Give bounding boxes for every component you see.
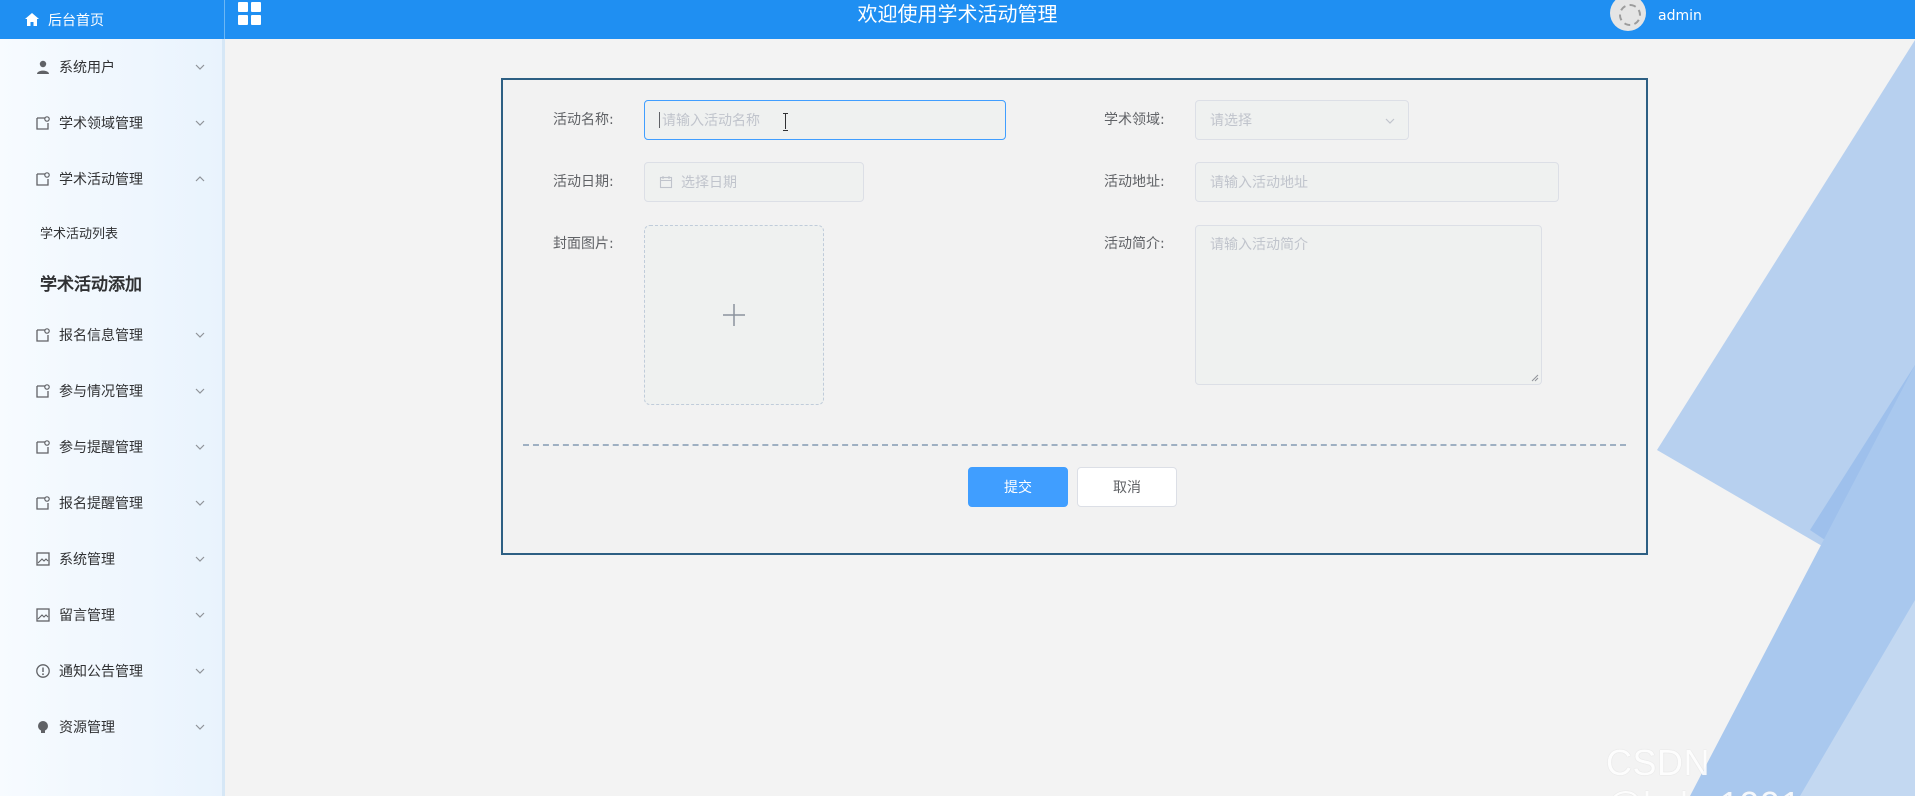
sidebar-item-academic-activities[interactable]: 学术活动管理 bbox=[0, 151, 222, 207]
sidebar-item-system-users[interactable]: 系统用户 bbox=[0, 39, 222, 95]
date-label: 活动日期: bbox=[553, 174, 614, 190]
bulb-icon bbox=[35, 719, 51, 735]
sidebar-item-academic-fields[interactable]: 学术领域管理 bbox=[0, 95, 222, 151]
user-icon bbox=[35, 59, 51, 75]
picture-icon bbox=[35, 607, 51, 623]
sidebar-item-messages[interactable]: 留言管理 bbox=[0, 587, 222, 643]
sidebar-item-system-management[interactable]: 系统管理 bbox=[0, 531, 222, 587]
sidebar-subitem-activity-add[interactable]: 学术活动添加 bbox=[0, 257, 222, 307]
document-icon bbox=[35, 327, 51, 343]
activity-intro-textarea[interactable]: 请输入活动简介 bbox=[1195, 225, 1542, 385]
chevron-down-icon bbox=[195, 724, 205, 730]
user-menu[interactable]: admin bbox=[1610, 0, 1702, 32]
sidebar-subitem-label: 学术活动添加 bbox=[40, 274, 142, 295]
chevron-down-icon bbox=[195, 612, 205, 618]
sidebar-item-label: 系统管理 bbox=[59, 552, 115, 568]
activity-date-picker[interactable]: 选择日期 bbox=[644, 162, 864, 202]
chevron-up-icon bbox=[195, 176, 205, 182]
resize-handle-icon[interactable] bbox=[1531, 374, 1539, 382]
field-label: 学术领域: bbox=[1104, 112, 1165, 128]
cover-label: 封面图片: bbox=[553, 236, 614, 252]
sidebar-item-participation[interactable]: 参与情况管理 bbox=[0, 363, 222, 419]
submit-button[interactable]: 提交 bbox=[968, 467, 1068, 507]
picture-icon bbox=[35, 551, 51, 567]
sidebar-item-registration-info[interactable]: 报名信息管理 bbox=[0, 307, 222, 363]
text-caret bbox=[659, 112, 660, 128]
sidebar-item-label: 报名信息管理 bbox=[59, 328, 143, 344]
chevron-down-icon bbox=[195, 332, 205, 338]
text-cursor-icon bbox=[783, 113, 789, 131]
activity-date-placeholder: 选择日期 bbox=[681, 175, 737, 191]
sidebar-item-participation-reminder[interactable]: 参与提醒管理 bbox=[0, 419, 222, 475]
sidebar-item-label: 参与情况管理 bbox=[59, 384, 143, 400]
sidebar-item-label: 报名提醒管理 bbox=[59, 496, 143, 512]
sidebar-item-label: 留言管理 bbox=[59, 608, 115, 624]
sidebar-item-label: 参与提醒管理 bbox=[59, 440, 143, 456]
chevron-down-icon bbox=[195, 120, 205, 126]
document-icon bbox=[35, 115, 51, 131]
form-divider bbox=[523, 444, 1626, 446]
activity-name-input[interactable]: 请输入活动名称 bbox=[644, 100, 1006, 140]
document-icon bbox=[35, 383, 51, 399]
chevron-down-icon bbox=[195, 64, 205, 70]
document-icon bbox=[35, 495, 51, 511]
document-icon bbox=[35, 171, 51, 187]
sidebar-subitem-activity-list[interactable]: 学术活动列表 bbox=[0, 207, 222, 257]
sidebar: 系统用户 学术领域管理 学术活动管理 学术活动列表 学术活动添加 报名信息管理 … bbox=[0, 39, 225, 796]
watermark: CSDN @kybs1991 bbox=[1606, 742, 1801, 796]
sidebar-item-label: 学术领域管理 bbox=[59, 116, 143, 132]
sidebar-item-notices[interactable]: 通知公告管理 bbox=[0, 643, 222, 699]
chevron-down-icon bbox=[195, 500, 205, 506]
academic-field-placeholder: 请选择 bbox=[1210, 113, 1252, 129]
academic-field-select[interactable]: 请选择 bbox=[1195, 100, 1409, 140]
info-circle-icon bbox=[35, 663, 51, 679]
sidebar-subitem-label: 学术活动列表 bbox=[40, 226, 119, 242]
address-label: 活动地址: bbox=[1104, 174, 1165, 190]
username: admin bbox=[1658, 8, 1702, 24]
chevron-down-icon bbox=[195, 668, 205, 674]
name-label: 活动名称: bbox=[553, 112, 614, 128]
intro-label: 活动简介: bbox=[1104, 236, 1165, 252]
chevron-down-icon bbox=[1385, 118, 1395, 124]
chevron-down-icon bbox=[195, 388, 205, 394]
avatar[interactable] bbox=[1610, 0, 1646, 31]
cancel-button[interactable]: 取消 bbox=[1077, 467, 1177, 507]
activity-name-placeholder: 请输入活动名称 bbox=[662, 113, 760, 129]
sidebar-item-resources[interactable]: 资源管理 bbox=[0, 699, 222, 755]
activity-address-input[interactable]: 请输入活动地址 bbox=[1195, 162, 1559, 202]
sidebar-item-label: 系统用户 bbox=[59, 60, 115, 76]
sidebar-item-registration-reminder[interactable]: 报名提醒管理 bbox=[0, 475, 222, 531]
top-bar: 后台首页 欢迎使用学术活动管理 admin bbox=[0, 0, 1915, 39]
cover-image-upload[interactable] bbox=[644, 225, 824, 405]
plus-icon bbox=[723, 304, 745, 326]
sidebar-item-label: 资源管理 bbox=[59, 720, 115, 736]
activity-intro-placeholder: 请输入活动简介 bbox=[1210, 237, 1308, 253]
activity-address-placeholder: 请输入活动地址 bbox=[1210, 175, 1308, 191]
activity-add-form: 活动名称: 请输入活动名称 学术领域: 请选择 活动日期: 选择日期 活动地址:… bbox=[501, 78, 1648, 555]
calendar-icon bbox=[659, 176, 673, 189]
sidebar-item-label: 通知公告管理 bbox=[59, 664, 143, 680]
sidebar-item-label: 学术活动管理 bbox=[59, 172, 143, 188]
chevron-down-icon bbox=[195, 556, 205, 562]
document-icon bbox=[35, 439, 51, 455]
chevron-down-icon bbox=[195, 444, 205, 450]
